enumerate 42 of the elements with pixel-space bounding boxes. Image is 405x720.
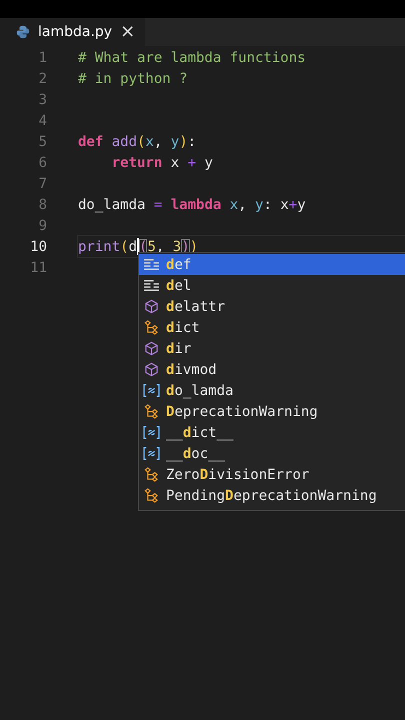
suggestion-item[interactable]: ZeroDivisionError	[139, 464, 405, 485]
keyword-icon	[143, 278, 160, 293]
suggestion-item[interactable]: divmod	[139, 359, 405, 380]
class-icon	[143, 467, 160, 482]
suggestion-item[interactable]: PendingDeprecationWarning	[139, 485, 405, 506]
code-line: do_lamda = lambda x, y: x+y	[78, 196, 307, 214]
variable-icon	[143, 383, 160, 398]
line-number: 3	[38, 92, 47, 108]
cube-icon	[143, 362, 160, 377]
line-number: 11	[29, 260, 47, 276]
class-icon	[143, 320, 160, 335]
code-line: return x + y	[110, 154, 214, 172]
suggestion-item[interactable]: delattr	[139, 296, 405, 317]
file-tab[interactable]: lambda.py ×	[0, 18, 146, 46]
suggestion-item[interactable]: __dict__	[139, 422, 405, 443]
line-number: 8	[38, 196, 47, 212]
python-icon	[16, 25, 30, 39]
keyword-icon	[143, 257, 160, 272]
suggestion-item[interactable]: dict	[139, 317, 405, 338]
suggestion-item[interactable]: dir	[139, 338, 405, 359]
suggestion-item[interactable]: def	[139, 254, 405, 275]
variable-icon	[143, 425, 160, 440]
suggestion-item[interactable]: DeprecationWarning	[139, 401, 405, 422]
line-number: 10	[29, 238, 47, 254]
line-number: 4	[38, 112, 47, 128]
line-number: 7	[38, 176, 47, 192]
line-number: 6	[38, 154, 47, 170]
code-line: # in python ?	[78, 70, 189, 88]
suggestion-item[interactable]: __doc__	[139, 443, 405, 464]
cube-icon	[143, 341, 160, 356]
line-number: 1	[38, 50, 47, 66]
line-number: 5	[38, 134, 47, 150]
variable-icon	[143, 446, 160, 461]
class-icon	[143, 404, 160, 419]
cube-icon	[143, 299, 160, 314]
code-line: def add(x, y):	[78, 132, 198, 152]
class-icon	[143, 488, 160, 503]
line-number: 9	[38, 218, 47, 234]
suggestion-item[interactable]: do_lamda	[139, 380, 405, 401]
suggestion-item[interactable]: del	[139, 275, 405, 296]
line-number: 2	[38, 70, 47, 86]
code-line: # What are lambda functions	[78, 48, 307, 68]
